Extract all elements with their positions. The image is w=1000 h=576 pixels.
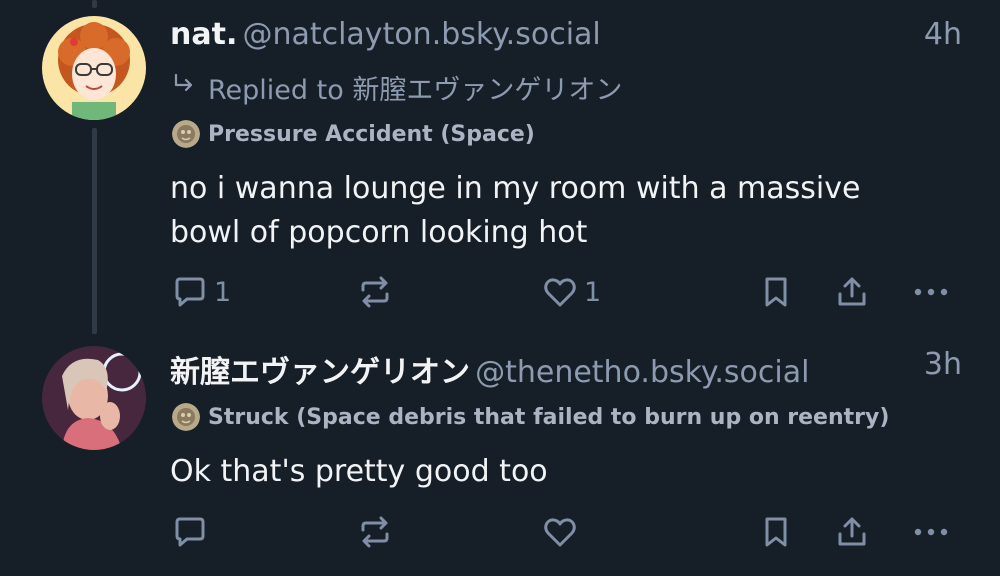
speech-bubble-icon (172, 514, 208, 550)
moderation-label[interactable]: Struck (Space debris that failed to burn… (172, 403, 889, 431)
timestamp[interactable]: 3h (924, 347, 962, 382)
reply-prefix: Replied to (208, 75, 344, 106)
repost-arrows-icon (357, 514, 393, 550)
bookmark-button[interactable] (758, 514, 794, 550)
reply-context[interactable]: Replied to 新膣エヴァンゲリオン (172, 68, 622, 107)
share-button[interactable] (834, 514, 870, 550)
more-options-button[interactable] (912, 514, 950, 550)
display-name[interactable]: 新膣エヴァンゲリオン (170, 355, 470, 390)
label-text: Pressure Accident (Space) (208, 121, 535, 147)
display-name[interactable]: nat. (170, 17, 237, 52)
repost-button[interactable] (357, 514, 393, 550)
share-upload-icon (834, 274, 870, 310)
more-options-button[interactable] (912, 274, 950, 310)
post-text: Ok that's pretty good too (170, 454, 548, 489)
avatar-nat[interactable] (42, 16, 146, 120)
post-text: no i wanna lounge in my room with a mass… (170, 171, 861, 250)
label-text: Struck (Space debris that failed to burn… (208, 404, 890, 430)
moderation-label[interactable]: Pressure Accident (Space) (172, 120, 535, 148)
timestamp[interactable]: 4h (924, 17, 962, 52)
repost-arrows-icon (357, 274, 393, 310)
heart-icon (542, 274, 578, 310)
speech-bubble-icon (172, 274, 208, 310)
labeler-avatar-icon (172, 403, 200, 431)
handle[interactable]: @thenetho.bsky.social (475, 355, 809, 390)
reply-button[interactable]: 1 (172, 274, 231, 310)
reply-target: 新膣エヴァンゲリオン (352, 75, 623, 106)
thread-line (92, 128, 97, 334)
bookmark-button[interactable] (758, 274, 794, 310)
share-button[interactable] (834, 274, 870, 310)
bookmark-icon (758, 514, 794, 550)
handle[interactable]: @natclayton.bsky.social (242, 17, 600, 52)
post-2-header: 新膣エヴァンゲリオン @thenetho.bsky.social (170, 347, 809, 391)
more-dots-icon (912, 514, 950, 550)
labeler-avatar-icon (172, 120, 200, 148)
share-upload-icon (834, 514, 870, 550)
bookmark-icon (758, 274, 794, 310)
reply-arrow-icon (172, 72, 196, 103)
more-dots-icon (912, 274, 950, 310)
reply-count: 1 (214, 276, 232, 308)
reply-button[interactable] (172, 514, 214, 550)
heart-icon (542, 514, 578, 550)
post-1-header: nat. @natclayton.bsky.social (170, 17, 601, 52)
avatar-thenetho[interactable] (42, 346, 146, 450)
like-button[interactable] (542, 514, 584, 550)
like-count: 1 (584, 276, 602, 308)
repost-button[interactable] (357, 274, 393, 310)
thread-line-top (92, 0, 97, 8)
like-button[interactable]: 1 (542, 274, 601, 310)
